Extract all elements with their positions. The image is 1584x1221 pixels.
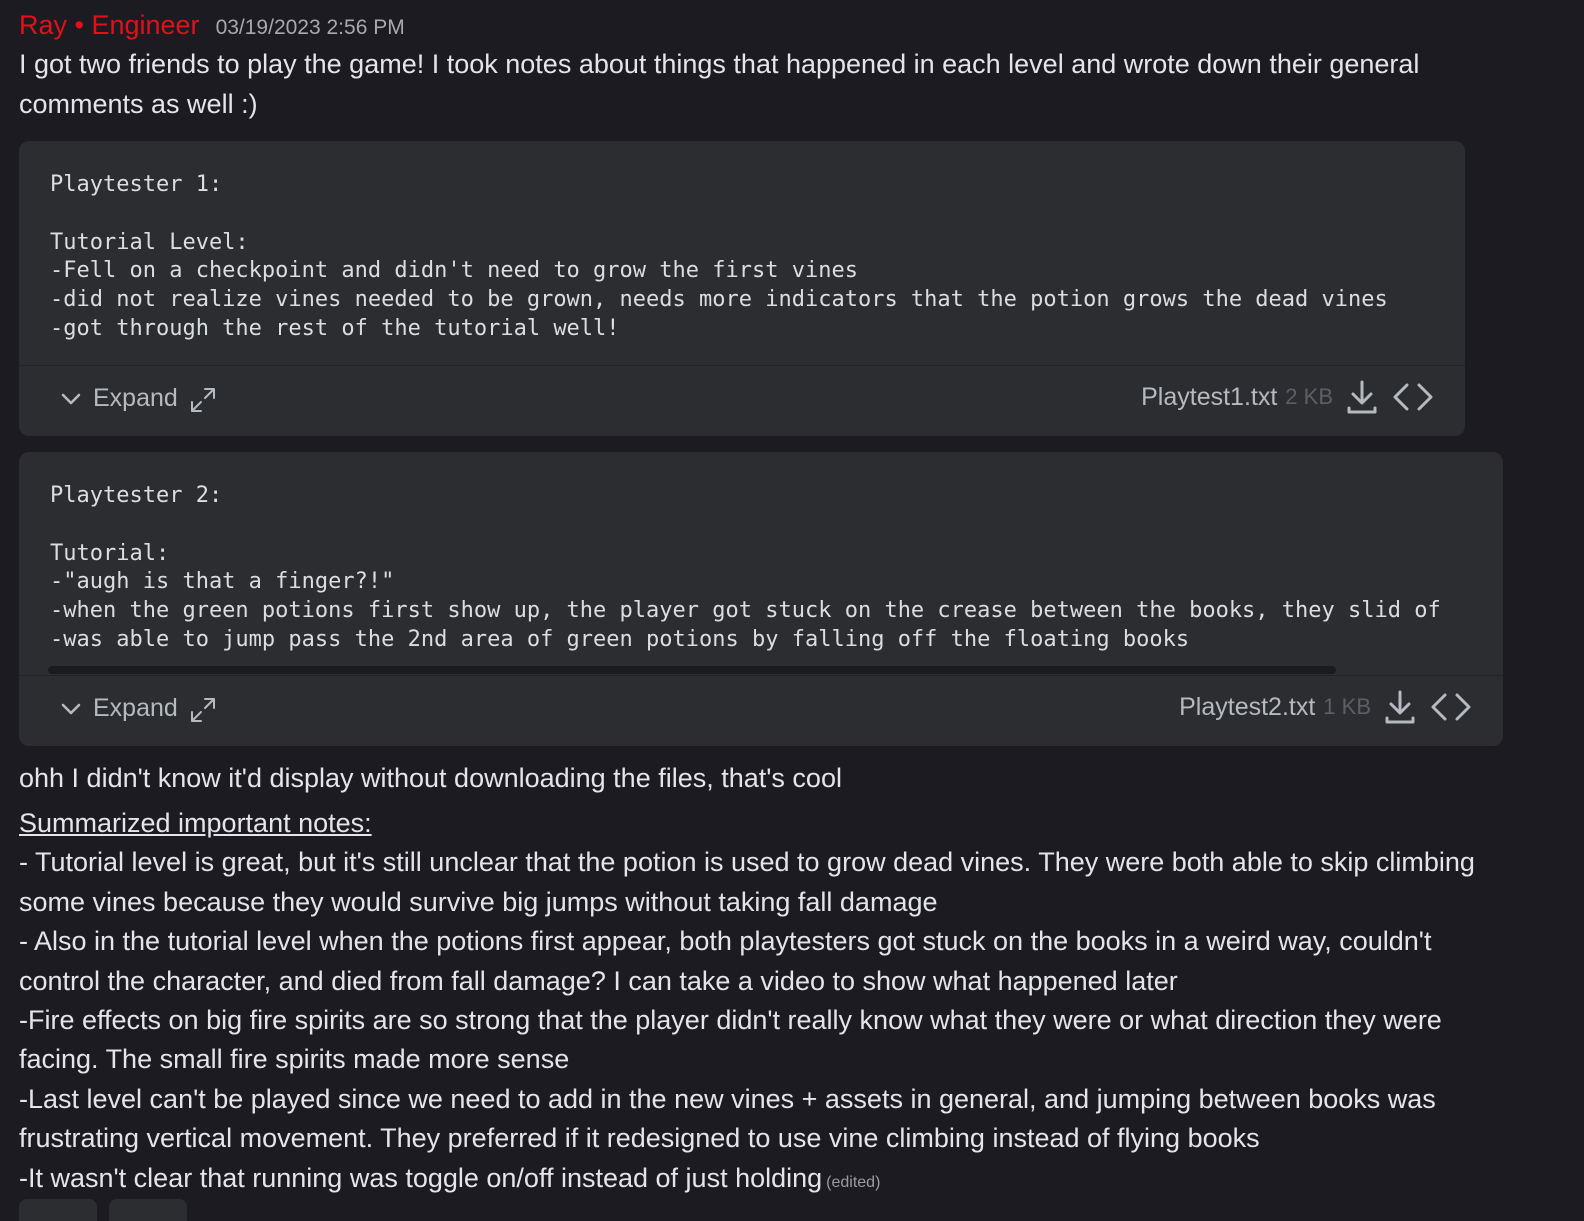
notes-message: Summarized important notes: - Tutorial l…: [19, 804, 1519, 1202]
note-item: -Fire effects on big fire spirits are so…: [19, 1005, 1442, 1075]
reaction-button[interactable]: [19, 1199, 97, 1221]
file-size: 1 KB: [1323, 694, 1371, 719]
download-icon[interactable]: [1345, 378, 1379, 416]
attachment-footer: Expand Playtest1.txt 2 KB: [19, 365, 1465, 436]
message-header: Ray • Engineer 03/19/2023 2:56 PM: [19, 10, 405, 44]
horizontal-scrollbar[interactable]: [48, 666, 1336, 674]
author-name[interactable]: Ray • Engineer: [19, 10, 200, 41]
attachment-content: Playtester 1: Tutorial Level: -Fell on a…: [50, 172, 1388, 341]
code-brackets-icon[interactable]: [1391, 380, 1435, 414]
expand-button[interactable]: Expand: [59, 384, 178, 413]
edited-label: (edited): [826, 1173, 881, 1191]
text-attachment-preview: Playtester 2: Tutorial: -"augh is that a…: [19, 452, 1503, 746]
code-brackets-icon[interactable]: [1429, 690, 1473, 724]
expand-label: Expand: [93, 694, 178, 722]
file-name[interactable]: Playtest2.txt: [1179, 693, 1315, 722]
download-icon[interactable]: [1383, 688, 1417, 726]
note-item: - Also in the tutorial level when the po…: [19, 926, 1432, 996]
file-name[interactable]: Playtest1.txt: [1141, 383, 1277, 412]
expand-arrows-icon[interactable]: [189, 696, 217, 724]
chevron-down-icon: [61, 703, 81, 714]
file-info: Playtest1.txt 2 KB: [1141, 378, 1435, 416]
text-attachment-preview: Playtester 1: Tutorial Level: -Fell on a…: [19, 141, 1465, 436]
note-item: - Tutorial level is great, but it's stil…: [19, 847, 1475, 917]
reaction-button[interactable]: [109, 1199, 187, 1221]
message-timestamp: 03/19/2023 2:56 PM: [215, 16, 405, 39]
file-info: Playtest2.txt 1 KB: [1179, 688, 1473, 726]
expand-label: Expand: [93, 384, 178, 412]
attachment-content: Playtester 2: Tutorial: -"augh is that a…: [50, 483, 1441, 652]
notes-title: Summarized important notes:: [19, 808, 372, 838]
note-item-last: -It wasn't clear that running was toggle…: [19, 1159, 1519, 1202]
expand-button[interactable]: Expand: [59, 694, 178, 723]
note-item: -Last level can't be played since we nee…: [19, 1083, 1436, 1154]
attachment-footer: Expand Playtest2.txt 1 KB: [19, 675, 1503, 746]
message-intro-text: I got two friends to play the game! I to…: [19, 49, 1420, 119]
file-size: 2 KB: [1285, 384, 1333, 409]
note-item: -It wasn't clear that running was toggle…: [19, 1162, 823, 1193]
reactions-row: [19, 1199, 199, 1221]
chevron-down-icon: [61, 393, 81, 404]
expand-arrows-icon[interactable]: [189, 386, 217, 414]
followup-message: ohh I didn't know it'd display without d…: [19, 763, 842, 793]
